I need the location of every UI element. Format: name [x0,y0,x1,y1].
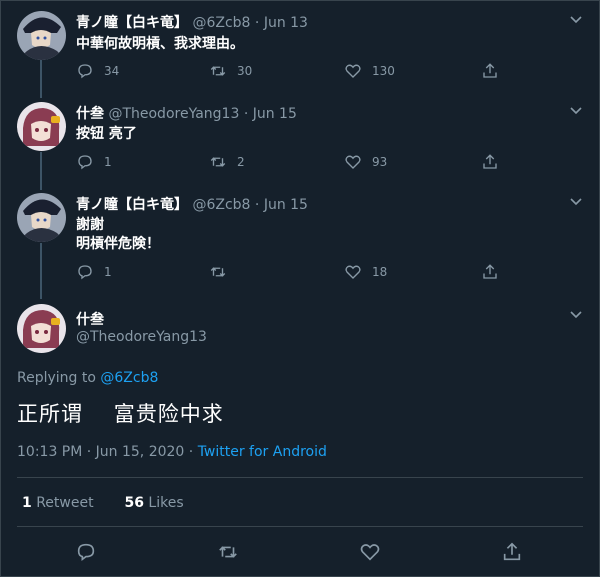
tweet-header: 什叁 @TheodoreYang13 · Jun 15 [76,103,297,123]
retweet-icon [210,157,226,167]
user-handle[interactable]: @6Zcb8 [192,197,250,213]
likes-stat[interactable]: 56 Likes [124,495,183,511]
tweet-timestamp: 10:13 PM · Jun 15, 2020 · Twitter for An… [17,444,327,460]
timestamp-text[interactable]: 10:13 PM · Jun 15, 2020 · [17,444,198,460]
share-icon[interactable] [501,541,523,563]
replying-to: Replying to @6Zcb8 [17,370,158,386]
replying-label: Replying to [17,370,96,386]
like-button[interactable]: 18 [344,263,387,281]
tweet-actions: 1 18 [76,263,506,283]
retweet-icon [210,66,226,76]
share-icon [483,154,497,169]
chevron-down-icon[interactable] [569,13,583,27]
retweet-count: 2 [237,155,245,169]
avatar[interactable] [17,304,66,353]
retweet-button[interactable]: 30 [209,62,252,80]
heart-icon [345,265,361,279]
tweet-date[interactable]: Jun 15 [264,197,308,213]
heart-icon[interactable] [359,541,381,563]
tweet-header: 青ノ瞳【白キ竜】 @6Zcb8 · Jun 13 [76,12,308,32]
avatar[interactable] [17,193,66,242]
like-button[interactable]: 93 [344,153,387,171]
like-count: 130 [372,64,395,78]
share-button[interactable] [481,62,509,80]
chevron-down-icon[interactable] [569,104,583,118]
dot-separator: · [254,197,260,213]
user-handle[interactable]: @TheodoreYang13 [76,329,207,345]
share-icon [483,264,497,279]
like-count: 18 [372,265,388,279]
thread-line [40,60,42,98]
thread-line [40,243,42,299]
retweets-stat[interactable]: 1 Retweet [22,495,94,511]
avatar[interactable] [17,102,66,151]
retweet-label: Retweet [36,495,94,511]
tweet-date[interactable]: Jun 13 [264,15,308,31]
display-name[interactable]: 青ノ瞳【白キ竜】 [76,15,188,31]
source-link[interactable]: Twitter for Android [198,444,327,460]
reply-count: 34 [104,64,120,78]
retweet-icon[interactable] [217,541,239,563]
divider [17,526,583,527]
tweet-text: 按钮 亮了 [76,126,137,142]
reply-icon [78,155,92,170]
display-name[interactable]: 什叁 [76,309,104,329]
reply-count: 1 [104,155,112,169]
retweet-button[interactable] [209,263,237,281]
reply-icon[interactable] [75,541,97,563]
like-count: 93 [372,155,388,169]
dot-separator: · [254,15,260,31]
retweet-icon [210,267,226,277]
tweet-date[interactable]: Jun 15 [253,106,297,122]
tweet-text-line: 謝謝 [76,217,104,233]
avatar[interactable] [17,11,66,60]
heart-icon [345,64,361,78]
like-button[interactable]: 130 [344,62,395,80]
tweet-text-line: 明槓伴危険！ [76,236,160,252]
reply-button[interactable]: 1 [76,263,112,281]
reply-icon [78,265,92,280]
tweet-actions: 34 30 130 [76,62,506,82]
heart-icon [345,155,361,169]
main-tweet-text: 正所谓 富贵险中求 [17,402,224,426]
like-total: 56 [124,495,144,511]
likes-label: Likes [148,495,184,511]
chevron-down-icon[interactable] [569,308,583,322]
user-handle[interactable]: @TheodoreYang13 [108,106,239,122]
chevron-down-icon[interactable] [569,195,583,209]
replying-to-link[interactable]: @6Zcb8 [100,370,158,386]
display-name[interactable]: 什叁 [76,106,104,122]
tweet-thread-frame [0,0,600,577]
share-button[interactable] [481,153,509,171]
engagement-stats: 1 Retweet 56 Likes [22,495,184,511]
share-icon [483,63,497,78]
tweet-header: 青ノ瞳【白キ竜】 @6Zcb8 · Jun 15 [76,194,308,214]
user-handle[interactable]: @6Zcb8 [192,15,250,31]
share-button[interactable] [481,263,509,281]
retweet-button[interactable]: 2 [209,153,245,171]
dot-separator: · [243,106,249,122]
retweet-count: 30 [237,64,253,78]
tweet-actions: 1 2 93 [76,153,506,173]
reply-icon [78,64,92,79]
tweet-text: 中華何故明槓、我求理由。 [76,36,244,52]
display-name[interactable]: 青ノ瞳【白キ竜】 [76,197,188,213]
reply-count: 1 [104,265,112,279]
reply-button[interactable]: 34 [76,62,119,80]
retweet-total: 1 [22,495,32,511]
thread-line [40,152,42,190]
divider [17,477,583,478]
reply-button[interactable]: 1 [76,153,112,171]
